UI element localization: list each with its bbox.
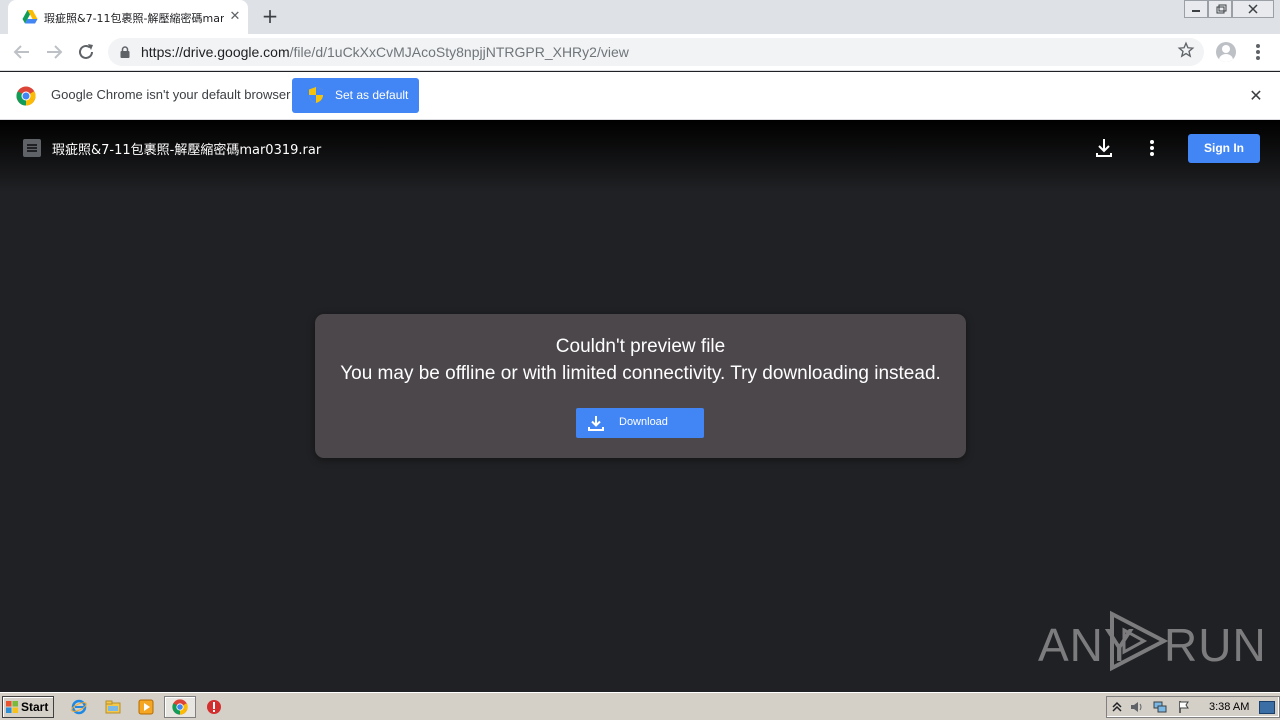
url-host: https://drive.google.com bbox=[141, 44, 290, 60]
preview-error-dialog: Couldn't preview file You may be offline… bbox=[315, 314, 966, 458]
action-center-flag-icon[interactable] bbox=[1177, 700, 1191, 714]
watermark-text-run: RUN bbox=[1164, 619, 1267, 671]
windows-taskbar: Start 3:38 AM bbox=[0, 692, 1280, 720]
restore-icon bbox=[1216, 4, 1227, 14]
browser-tab-strip: 瑕疵照&7-11包裹照-解壓縮密碼mar0319.rar - Google Dr… bbox=[0, 0, 1280, 34]
start-label: Start bbox=[21, 700, 49, 714]
tab-close-icon[interactable]: ✕ bbox=[227, 9, 243, 25]
windows-logo-icon bbox=[6, 701, 18, 713]
file-type-icon bbox=[23, 139, 41, 157]
url-text: https://drive.google.com/file/d/1uCkXxCv… bbox=[141, 44, 629, 60]
antivirus-icon[interactable] bbox=[206, 699, 222, 715]
chrome-logo-icon bbox=[16, 86, 36, 106]
reload-icon[interactable] bbox=[74, 40, 98, 64]
show-hidden-icons-icon[interactable] bbox=[1110, 700, 1124, 714]
window-close-button[interactable] bbox=[1232, 0, 1274, 18]
set-as-default-button[interactable]: Set as default bbox=[292, 78, 419, 113]
window-minimize-button[interactable] bbox=[1184, 0, 1208, 18]
url-path: /file/d/1uCkXxCvMJAcoSty8npjjNTRGPR_XHRy… bbox=[289, 44, 629, 60]
show-desktop-button[interactable] bbox=[1259, 701, 1275, 714]
media-player-icon[interactable] bbox=[138, 699, 154, 715]
chrome-icon bbox=[172, 699, 188, 715]
browser-toolbar: https://drive.google.com/file/d/1uCkXxCv… bbox=[0, 34, 1280, 71]
arrow-left-icon[interactable] bbox=[10, 40, 34, 64]
preview-error-title: Couldn't preview file bbox=[555, 336, 726, 357]
star-icon[interactable] bbox=[1177, 41, 1195, 59]
infobar-close-icon[interactable]: ✕ bbox=[1246, 86, 1266, 106]
download-button[interactable]: Download bbox=[576, 408, 704, 438]
tab-title: 瑕疵照&7-11包裹照-解壓縮密碼mar0319.rar - Google Dr… bbox=[44, 12, 224, 25]
drive-file-viewer: 瑕疵照&7-11包裹照-解壓縮密碼mar0319.rar Sign In Cou… bbox=[0, 120, 1280, 692]
minimize-icon bbox=[1192, 10, 1200, 12]
viewer-header: 瑕疵照&7-11包裹照-解壓縮密碼mar0319.rar Sign In bbox=[0, 120, 1280, 192]
download-icon[interactable] bbox=[1094, 137, 1114, 159]
download-icon bbox=[588, 416, 604, 431]
chrome-taskbar-button[interactable] bbox=[164, 696, 196, 718]
preview-error-message: You may be offline or with limited conne… bbox=[340, 363, 941, 384]
browser-menu-icon[interactable] bbox=[1250, 40, 1266, 64]
google-drive-icon bbox=[22, 10, 38, 24]
start-button[interactable]: Start bbox=[2, 696, 54, 718]
infobar-message: Google Chrome isn't your default browser bbox=[51, 87, 291, 102]
windows-explorer-icon[interactable] bbox=[105, 699, 121, 715]
lock-icon bbox=[120, 46, 130, 58]
download-button-label: Download bbox=[619, 416, 668, 428]
system-tray: 3:38 AM bbox=[1106, 696, 1280, 718]
browser-tab-active[interactable]: 瑕疵照&7-11包裹照-解壓縮密碼mar0319.rar - Google Dr… bbox=[8, 0, 248, 34]
arrow-right-icon[interactable] bbox=[42, 40, 66, 64]
uac-shield-icon bbox=[309, 87, 323, 103]
more-actions-icon[interactable] bbox=[1144, 137, 1160, 159]
sign-in-button[interactable]: Sign In bbox=[1188, 134, 1260, 163]
address-bar[interactable]: https://drive.google.com/file/d/1uCkXxCv… bbox=[108, 38, 1204, 66]
network-icon[interactable] bbox=[1153, 700, 1167, 714]
close-icon bbox=[1248, 4, 1258, 14]
default-browser-infobar: Google Chrome isn't your default browser… bbox=[0, 72, 1280, 120]
internet-explorer-icon[interactable] bbox=[71, 699, 87, 715]
play-triangle-icon bbox=[1110, 610, 1168, 672]
taskbar-clock[interactable]: 3:38 AM bbox=[1209, 701, 1249, 713]
volume-icon[interactable] bbox=[1130, 700, 1144, 714]
set-as-default-label: Set as default bbox=[335, 88, 409, 102]
window-restore-button[interactable] bbox=[1208, 0, 1232, 18]
new-tab-button[interactable]: + bbox=[258, 6, 282, 28]
file-name: 瑕疵照&7-11包裹照-解壓縮密碼mar0319.rar bbox=[52, 143, 322, 158]
profile-avatar-icon[interactable] bbox=[1216, 42, 1236, 62]
anyrun-watermark: ANY RUN bbox=[1038, 610, 1266, 674]
